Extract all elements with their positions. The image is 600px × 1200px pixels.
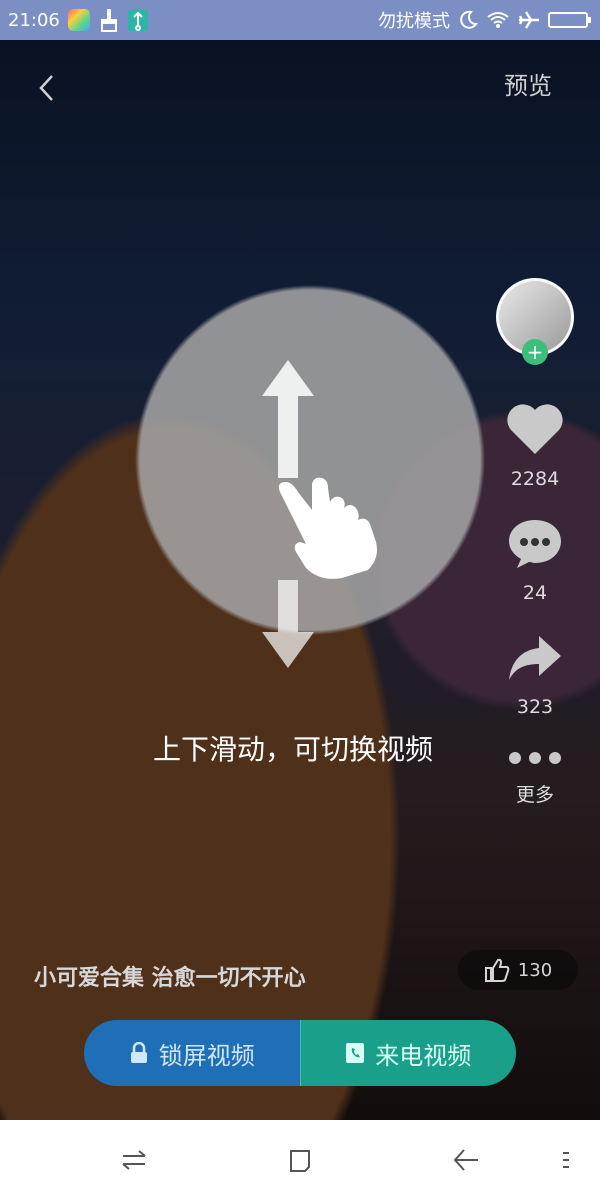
back-nav-button[interactable] [450, 1144, 482, 1176]
recent-apps-button[interactable] [118, 1144, 150, 1176]
video-title: 小可爱合集 治愈一切不开心 [34, 966, 306, 991]
comment-button[interactable]: 24 [505, 516, 565, 604]
likes-count: 130 [517, 959, 553, 981]
callscreen-video-button[interactable]: 来电视频 [299, 1020, 516, 1086]
status-time: 21:06 [8, 9, 60, 31]
lock-icon [130, 1042, 147, 1063]
menu-button[interactable] [550, 1144, 582, 1176]
home-button[interactable] [284, 1144, 316, 1176]
usb-icon [127, 9, 148, 31]
follow-plus-icon[interactable]: + [522, 339, 548, 365]
back-button[interactable] [26, 68, 66, 108]
comment-count: 24 [522, 582, 548, 604]
swipe-hint: 上下滑动，可切换视频 [152, 733, 433, 766]
preview-button[interactable]: 预览 [504, 66, 552, 101]
share-count: 323 [516, 696, 554, 718]
likes-pill[interactable]: 130 [458, 950, 578, 990]
battery-icon [548, 11, 592, 29]
dnd-label: 勿扰模式 [378, 11, 450, 32]
switch-icon [122, 1150, 146, 1170]
chevron-left-icon [39, 75, 53, 101]
arrow-down-icon [262, 580, 314, 668]
airplane-icon [518, 10, 540, 30]
thumbs-up-icon [484, 958, 510, 982]
hand-pointer-icon [278, 477, 377, 579]
set-video-bar: 锁屏视频 来电视频 [84, 1020, 516, 1086]
lockscreen-label: 锁屏视频 [158, 1041, 255, 1070]
phone-card-icon [346, 1043, 365, 1063]
like-button[interactable]: 2284 [505, 402, 565, 490]
wifi-icon [486, 11, 510, 29]
menu-icon [563, 1152, 569, 1168]
broom-icon [98, 8, 120, 32]
moon-icon [458, 10, 478, 30]
callscreen-label: 来电视频 [375, 1041, 472, 1070]
lockscreen-video-button[interactable]: 锁屏视频 [84, 1020, 300, 1086]
comment-icon [509, 520, 561, 568]
share-icon [509, 636, 561, 680]
square-icon [290, 1150, 310, 1172]
like-count: 2284 [510, 468, 560, 490]
share-button[interactable]: 323 [505, 630, 565, 718]
system-nav-bar [0, 1120, 600, 1200]
avatar[interactable]: + [496, 278, 574, 365]
video-player[interactable]: 预览 + 2284 24 323 更多 上下滑动，可切换视频 小可爱合集 治愈一… [0, 40, 600, 1120]
back-arrow-icon [453, 1149, 478, 1171]
app-icon [67, 9, 90, 31]
more-label: 更多 [515, 784, 554, 806]
heart-icon [507, 404, 563, 454]
arrow-up-icon [262, 360, 314, 478]
status-bar: 21:06 勿扰模式 [0, 0, 600, 40]
